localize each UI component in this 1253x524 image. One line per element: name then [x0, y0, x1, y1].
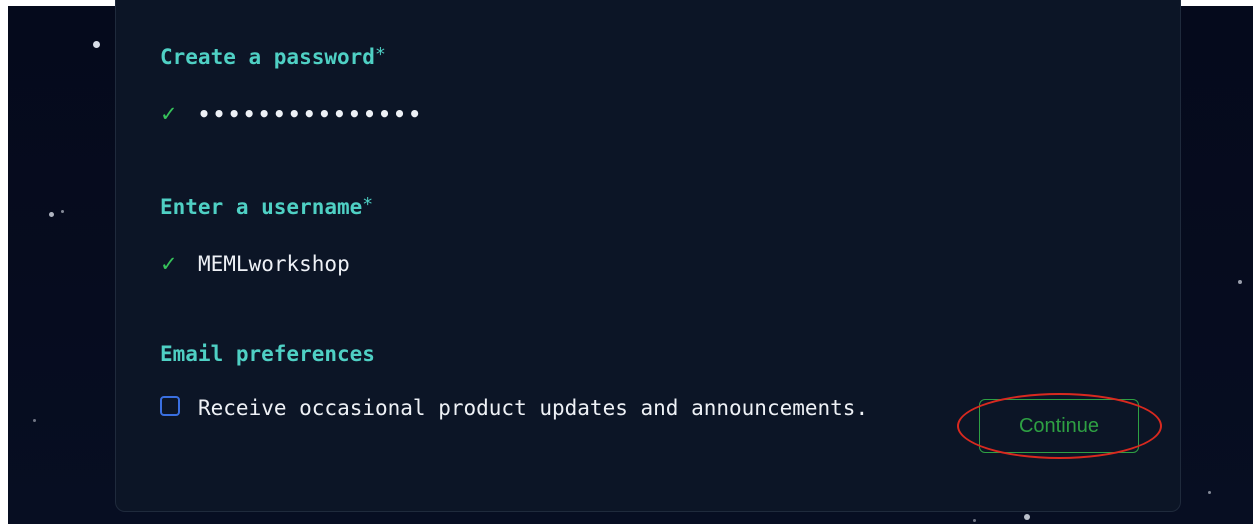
username-value: MEMLworkshop — [198, 252, 350, 276]
password-label: Create a password* — [160, 44, 386, 69]
password-value: ••••••••••••••• — [198, 102, 424, 126]
signup-card: Create a password* ✓ ••••••••••••••• Ent… — [115, 0, 1181, 512]
check-icon: ✓ — [160, 102, 178, 126]
checkbox-icon[interactable] — [160, 396, 180, 416]
star — [93, 41, 100, 48]
check-icon: ✓ — [160, 252, 178, 276]
required-asterisk: * — [362, 194, 374, 215]
star — [1024, 514, 1030, 520]
star — [1238, 280, 1242, 284]
email-preferences-label: Email preferences — [160, 342, 375, 366]
continue-button[interactable]: Continue — [979, 399, 1139, 453]
star — [973, 519, 976, 522]
password-field[interactable]: ✓ ••••••••••••••• — [160, 102, 424, 126]
required-asterisk: * — [374, 44, 386, 65]
username-field[interactable]: ✓ MEMLworkshop — [160, 252, 350, 276]
email-preferences-text: Receive occasional product updates and a… — [198, 396, 869, 420]
star — [61, 210, 64, 213]
star — [49, 212, 54, 217]
username-label-text: Enter a username — [160, 195, 363, 219]
password-label-text: Create a password — [160, 45, 375, 69]
star — [1208, 491, 1211, 494]
page: Create a password* ✓ ••••••••••••••• Ent… — [0, 0, 1253, 524]
username-label: Enter a username* — [160, 194, 373, 219]
star — [33, 419, 36, 422]
